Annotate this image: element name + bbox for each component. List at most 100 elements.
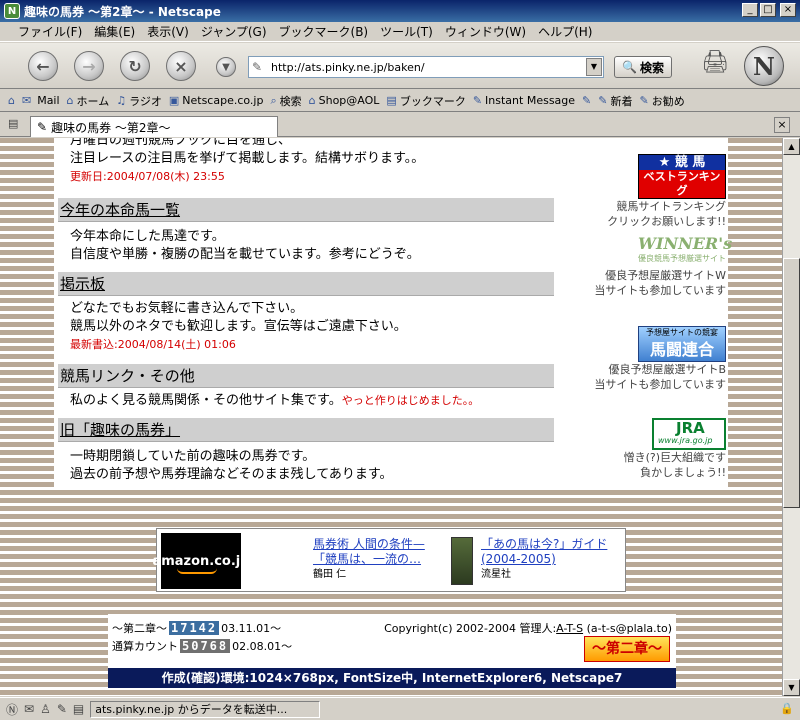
reload-icon: ↻: [128, 56, 142, 76]
note-text: やっと作りはじめました。。: [341, 394, 480, 407]
amazon-item-2[interactable]: 「あの馬は今?」ガイド (2004-2005) 流星社: [481, 537, 607, 582]
section-text: 過去の前予想や馬券理論などそのまま残してあります。: [70, 467, 393, 482]
counter-chapter2: 〜第二章〜 17142 03.11.01〜: [112, 621, 282, 635]
netscape-throbber-icon[interactable]: N: [744, 46, 784, 86]
bookmark-instant-message[interactable]: ✎ Instant Message: [473, 94, 575, 107]
address-book-icon[interactable]: ▤: [73, 702, 84, 716]
close-button[interactable]: ×: [780, 3, 796, 17]
menu-go[interactable]: ジャンプ(G): [201, 23, 267, 40]
maximize-button[interactable]: □: [760, 3, 776, 17]
link-old-site[interactable]: 旧「趣味の馬券」: [58, 418, 554, 442]
forward-arrow-icon: →: [82, 56, 96, 76]
admin-link[interactable]: A-T-S: [556, 622, 583, 635]
section-honmei: 今年の本命馬一覧 今年本命にした馬達です。 自信度や単勝・複勝の配当を載せていま…: [58, 198, 554, 264]
new-tab-icon[interactable]: ▤: [8, 117, 24, 133]
menu-help[interactable]: ヘルプ(H): [538, 23, 592, 40]
bookmark-search[interactable]: ⌕ 検索: [270, 93, 301, 109]
menu-tools[interactable]: ツール(T): [380, 23, 433, 40]
section-heading: 競馬リンク・その他: [58, 364, 554, 388]
page-viewport[interactable]: 月曜日の週刊競馬ブックに目を通し、 注目レースの注目馬を挙げて掲載します。結構サ…: [0, 138, 782, 696]
counter-digits: 50768: [180, 639, 231, 653]
menu-window[interactable]: ウィンドウ(W): [445, 23, 526, 40]
link-honmei-list[interactable]: 今年の本命馬一覧: [58, 198, 554, 222]
bookmark-icon: ✎: [472, 94, 483, 107]
back-arrow-icon: ←: [36, 56, 50, 76]
banner-winners[interactable]: WINNER's 優良競馬予想厳選サイト: [638, 234, 732, 268]
banner-bato-rengo[interactable]: 予想屋サイトの競宴 馬闘連合: [638, 326, 726, 362]
bookmark-netscape[interactable]: ▣ Netscape.co.jp: [169, 94, 264, 107]
menu-view[interactable]: 表示(V): [147, 23, 189, 40]
title-bar: N 趣味の馬券 〜第2章〜 - Netscape _ □ ×: [0, 0, 800, 22]
chevron-down-icon: ▼: [590, 62, 598, 71]
footer-block: 〜第二章〜 17142 03.11.01〜 通算カウント 50768 02.08…: [108, 614, 676, 688]
url-dropdown-button[interactable]: ▼: [586, 58, 602, 76]
menu-edit[interactable]: 編集(E): [94, 23, 135, 40]
bookmark-recommend[interactable]: ✎ お勧め: [639, 93, 684, 109]
reload-button[interactable]: ↻: [120, 51, 150, 81]
print-icon[interactable]: 🖨: [700, 50, 730, 80]
scroll-up-button[interactable]: ▲: [783, 138, 800, 155]
mail-icon[interactable]: ✉: [24, 702, 34, 716]
forward-button[interactable]: →: [74, 51, 104, 81]
vertical-scrollbar[interactable]: ▲ ▼: [782, 138, 800, 696]
section-text: 競馬以外のネタでも歓迎します。宣伝等はご遠慮下さい。: [70, 319, 407, 334]
counter-total: 通算カウント 50768 02.08.01〜: [112, 639, 293, 653]
back-button[interactable]: ←: [28, 51, 58, 81]
bookmark-blank[interactable]: ✎: [582, 94, 591, 107]
scroll-down-button[interactable]: ▼: [783, 679, 800, 696]
book-cover-image[interactable]: [451, 537, 473, 585]
section-text: どなたでもお気軽に書き込んで下さい。: [70, 301, 304, 316]
copyright: Copyright(c) 2002-2004 管理人:A-T-S (a-t-s@…: [384, 622, 672, 635]
page-icon: ✎: [37, 120, 48, 134]
folder-icon: ▤: [386, 94, 397, 107]
bookmark-mail[interactable]: ✉ Mail: [22, 94, 60, 107]
home-tab-icon[interactable]: ⌂: [8, 94, 15, 107]
tab-bar: ▤ ✎ 趣味の馬券 〜第2章〜 ×: [0, 113, 800, 137]
minimize-button[interactable]: _: [742, 3, 758, 17]
chevron-down-icon: ▼: [222, 61, 230, 73]
sidebar-ranking: ★ 競 馬 ベストランキング 競馬サイトランキング クリックお願いします!!: [607, 154, 726, 228]
content-panel: 月曜日の週刊競馬ブックに目を通し、 注目レースの注目馬を挙げて掲載します。結構サ…: [54, 138, 733, 490]
status-text: ats.pinky.ne.jp からデータを転送中...: [90, 700, 321, 718]
section-text: 今年本命にした馬達です。: [70, 229, 225, 244]
bookmark-shop[interactable]: ⌂ Shop@AOL: [309, 94, 380, 107]
link-bbs[interactable]: 掲示板: [58, 272, 554, 296]
amazon-item-1[interactable]: 馬券術 人間の条件— 「競馬は、一流の… 鶴田 仁: [313, 537, 425, 582]
bookmark-home[interactable]: ⌂ ホーム: [67, 93, 110, 109]
mail-icon: ✉: [21, 94, 32, 107]
magnifier-icon: 🔍: [622, 60, 637, 74]
intro-line: 月曜日の週刊競馬ブックに目を通し、: [70, 138, 292, 148]
close-tab-button[interactable]: ×: [774, 117, 790, 133]
composer-icon[interactable]: ✎: [57, 702, 67, 716]
menu-bookmarks[interactable]: ブックマーク(B): [279, 23, 369, 40]
banner-keiba-ranking[interactable]: ★ 競 馬 ベストランキング: [638, 154, 726, 199]
updated-date: 更新日:2004/07/08(木) 23:55: [70, 170, 225, 183]
amazon-logo[interactable]: amazon.co.jp: [152, 533, 250, 589]
bookmark-folder[interactable]: ▤ ブックマーク: [386, 93, 465, 109]
search-button[interactable]: 🔍 検索: [614, 56, 672, 78]
intro-block: 月曜日の週刊競馬ブックに目を通し、 注目レースの注目馬を挙げて掲載します。結構サ…: [58, 138, 554, 186]
status-bar: Ⓝ ✉ ♙ ✎ ▤ ats.pinky.ne.jp からデータを転送中... 🔒: [0, 697, 800, 720]
menu-file[interactable]: ファイル(F): [18, 23, 82, 40]
stop-button[interactable]: ×: [166, 51, 196, 81]
bookmark-new[interactable]: ✎ 新着: [598, 93, 632, 109]
tab-current[interactable]: ✎ 趣味の馬券 〜第2章〜: [30, 116, 278, 137]
history-dropdown-button[interactable]: ▼: [216, 57, 236, 77]
security-lock-icon[interactable]: 🔒: [780, 702, 794, 715]
menu-bar: ファイル(F) 編集(E) 表示(V) ジャンプ(G) ブックマーク(B) ツー…: [0, 22, 800, 42]
section-links: 競馬リンク・その他 私のよく見る競馬関係・その他サイト集です。やっと作りはじめま…: [58, 364, 554, 410]
url-input[interactable]: http://ats.pinky.ne.jp/baken/: [248, 56, 604, 78]
chapter2-logo: 〜第二章〜: [584, 636, 670, 662]
bookmark-icon: ✎: [598, 94, 608, 107]
bookmark-icon: ✎: [639, 94, 649, 107]
scroll-thumb[interactable]: [783, 258, 800, 508]
aim-icon[interactable]: ♙: [40, 702, 51, 716]
sidebar-winners: WINNER's 優良競馬予想厳選サイト 優良予想屋厳選サイトW 当サイトも参加…: [594, 234, 733, 297]
banner-jra[interactable]: JRA www.jra.go.jp: [652, 418, 726, 450]
search-button-label: 検索: [639, 60, 664, 75]
netscape-status-icon[interactable]: Ⓝ: [6, 701, 18, 718]
page-icon: ✎: [252, 60, 263, 74]
netscape-app-icon[interactable]: N: [4, 3, 20, 19]
search-icon: ⌕: [270, 93, 277, 107]
bookmark-radio[interactable]: ♫ ラジオ: [116, 93, 162, 109]
